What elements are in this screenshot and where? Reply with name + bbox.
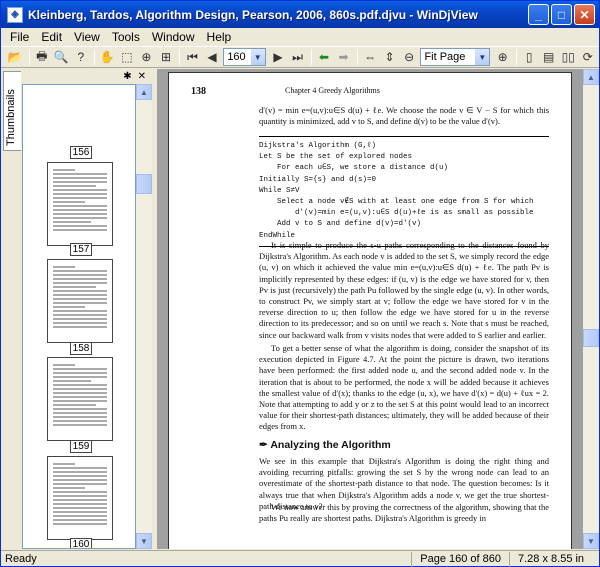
document-scrollbar[interactable]: ▲ ▼ bbox=[583, 69, 599, 549]
title-bar: ◈ Kleinberg, Tardos, Algorithm Design, P… bbox=[1, 1, 599, 28]
zoom-tool-icon[interactable]: ⊕ bbox=[138, 48, 155, 66]
menu-window[interactable]: Window bbox=[146, 30, 201, 44]
thumbnail-label[interactable]: 160 bbox=[70, 538, 92, 548]
first-page-icon[interactable]: ⏮ bbox=[184, 48, 201, 66]
thumbnail-label[interactable]: 159 bbox=[70, 440, 92, 453]
separator bbox=[179, 49, 181, 65]
tab-thumbnails[interactable]: Thumbnails bbox=[3, 71, 21, 151]
paragraph: d′(v) = min e=(u,v):u∈S d(u) + ℓe. We ch… bbox=[259, 105, 549, 127]
app-icon: ◈ bbox=[7, 6, 23, 23]
document-view[interactable]: 138 Chapter 4 Greedy Algorithms d′(v) = … bbox=[157, 69, 583, 549]
forward-icon[interactable]: ➡ bbox=[335, 48, 352, 66]
chapter-header: Chapter 4 Greedy Algorithms bbox=[285, 86, 380, 95]
status-page: Page 160 of 860 bbox=[411, 551, 509, 567]
menu-view[interactable]: View bbox=[68, 30, 106, 44]
paragraph: It is simple to produce the s-u paths co… bbox=[259, 240, 549, 340]
close-button[interactable]: ✕ bbox=[574, 4, 595, 25]
thumbnail-label[interactable]: 156 bbox=[70, 146, 92, 159]
fit-page-icon[interactable]: ⇕ bbox=[381, 48, 398, 66]
thumbnail-label[interactable]: 158 bbox=[70, 342, 92, 355]
scroll-up-icon[interactable]: ▲ bbox=[136, 84, 152, 100]
fit-width-icon[interactable]: ⇔ bbox=[362, 48, 379, 66]
menu-tools[interactable]: Tools bbox=[106, 30, 146, 44]
thumbnails-scrollbar[interactable]: ▲ ▼ bbox=[136, 84, 152, 549]
maximize-button[interactable]: □ bbox=[551, 4, 572, 25]
hand-tool-icon[interactable]: ✋ bbox=[99, 48, 116, 66]
zoom-select-value: Fit Page bbox=[424, 51, 466, 63]
facing-pages-icon[interactable]: ▯▯ bbox=[560, 48, 577, 66]
separator bbox=[94, 49, 96, 65]
section-title: Analyzing the Algorithm bbox=[270, 439, 391, 451]
separator bbox=[28, 49, 30, 65]
document-page: 138 Chapter 4 Greedy Algorithms d′(v) = … bbox=[168, 72, 572, 549]
scroll-up-icon[interactable]: ▲ bbox=[583, 69, 599, 85]
zoom-in-icon[interactable]: ⊕ bbox=[494, 48, 511, 66]
algorithm-box: Dijkstra's Algorithm (G,ℓ) Let S be the … bbox=[259, 136, 549, 247]
paragraph: We now answer this by proving the correc… bbox=[259, 502, 549, 524]
print-icon[interactable]: 🖶 bbox=[34, 48, 51, 66]
app-window: ◈ Kleinberg, Tardos, Algorithm Design, P… bbox=[0, 0, 600, 567]
window-title: Kleinberg, Tardos, Algorithm Design, Pea… bbox=[28, 7, 478, 22]
zoom-out-icon[interactable]: ⊖ bbox=[401, 48, 418, 66]
menu-file[interactable]: File bbox=[4, 30, 35, 44]
continuous-icon[interactable]: ▤ bbox=[540, 48, 557, 66]
open-icon[interactable]: 📂 bbox=[7, 48, 24, 66]
thumbnail-label[interactable]: 157 bbox=[70, 243, 92, 256]
separator bbox=[310, 49, 312, 65]
pen-icon: ✒ bbox=[259, 439, 271, 451]
last-page-icon[interactable]: ⏭ bbox=[289, 48, 306, 66]
status-page-size: 7.28 x 8.55 in bbox=[509, 551, 599, 567]
next-page-icon[interactable]: ▶ bbox=[270, 48, 287, 66]
scroll-down-icon[interactable]: ▼ bbox=[583, 533, 599, 549]
find-icon[interactable]: 🔍 bbox=[53, 48, 70, 66]
status-text: Ready bbox=[5, 553, 37, 565]
thumbnail-page[interactable] bbox=[47, 456, 113, 540]
select-tool-icon[interactable]: ⬚ bbox=[119, 48, 136, 66]
toolbar: 📂 🖶 🔍 ? ✋ ⬚ ⊕ ⊞ ⏮ ◀ 160 ▼ ▶ ⏭ ⬅ ➡ ⇔ ⇕ ⊖ … bbox=[1, 46, 599, 68]
prev-page-icon[interactable]: ◀ bbox=[204, 48, 221, 66]
thumbnails-panel[interactable]: 156 157 158 159 160 bbox=[22, 84, 136, 549]
rotate-icon[interactable]: ⟳ bbox=[580, 48, 597, 66]
menu-bar: File Edit View Tools Window Help bbox=[1, 28, 599, 46]
separator bbox=[356, 49, 358, 65]
page-select-value: 160 bbox=[227, 51, 246, 63]
thumbnail-page[interactable] bbox=[47, 357, 113, 441]
zoom-rect-icon[interactable]: ⊞ bbox=[158, 48, 175, 66]
pin-icon[interactable]: ✱ bbox=[123, 71, 131, 82]
scroll-down-icon[interactable]: ▼ bbox=[136, 533, 152, 549]
minimize-button[interactable]: _ bbox=[528, 4, 549, 25]
zoom-select[interactable]: Fit Page ▼ bbox=[420, 48, 491, 66]
chevron-down-icon: ▼ bbox=[250, 49, 265, 65]
close-icon[interactable]: ✕ bbox=[138, 71, 146, 82]
thumbnail-page[interactable] bbox=[47, 162, 113, 246]
thumbnail-page[interactable] bbox=[47, 259, 113, 343]
status-bar: Ready Page 160 of 860 7.28 x 8.55 in bbox=[1, 550, 599, 567]
page-select[interactable]: 160 ▼ bbox=[223, 48, 266, 66]
paragraph: To get a better sense of what the algori… bbox=[259, 343, 549, 432]
scroll-thumb[interactable] bbox=[583, 329, 599, 347]
scroll-thumb[interactable] bbox=[136, 174, 152, 194]
single-page-icon[interactable]: ▯ bbox=[521, 48, 538, 66]
separator bbox=[515, 49, 517, 65]
back-icon[interactable]: ⬅ bbox=[316, 48, 333, 66]
page-number: 138 bbox=[191, 86, 206, 97]
section-heading: ✒ Analyzing the Algorithm bbox=[259, 439, 391, 451]
menu-help[interactable]: Help bbox=[201, 30, 238, 44]
menu-edit[interactable]: Edit bbox=[35, 30, 68, 44]
tab-thumbnails-label: Thumbnails bbox=[5, 89, 17, 146]
help-icon[interactable]: ? bbox=[73, 48, 90, 66]
thumbnails-panel-header: ✱ ✕ bbox=[22, 69, 150, 83]
chevron-down-icon: ▼ bbox=[475, 49, 490, 65]
